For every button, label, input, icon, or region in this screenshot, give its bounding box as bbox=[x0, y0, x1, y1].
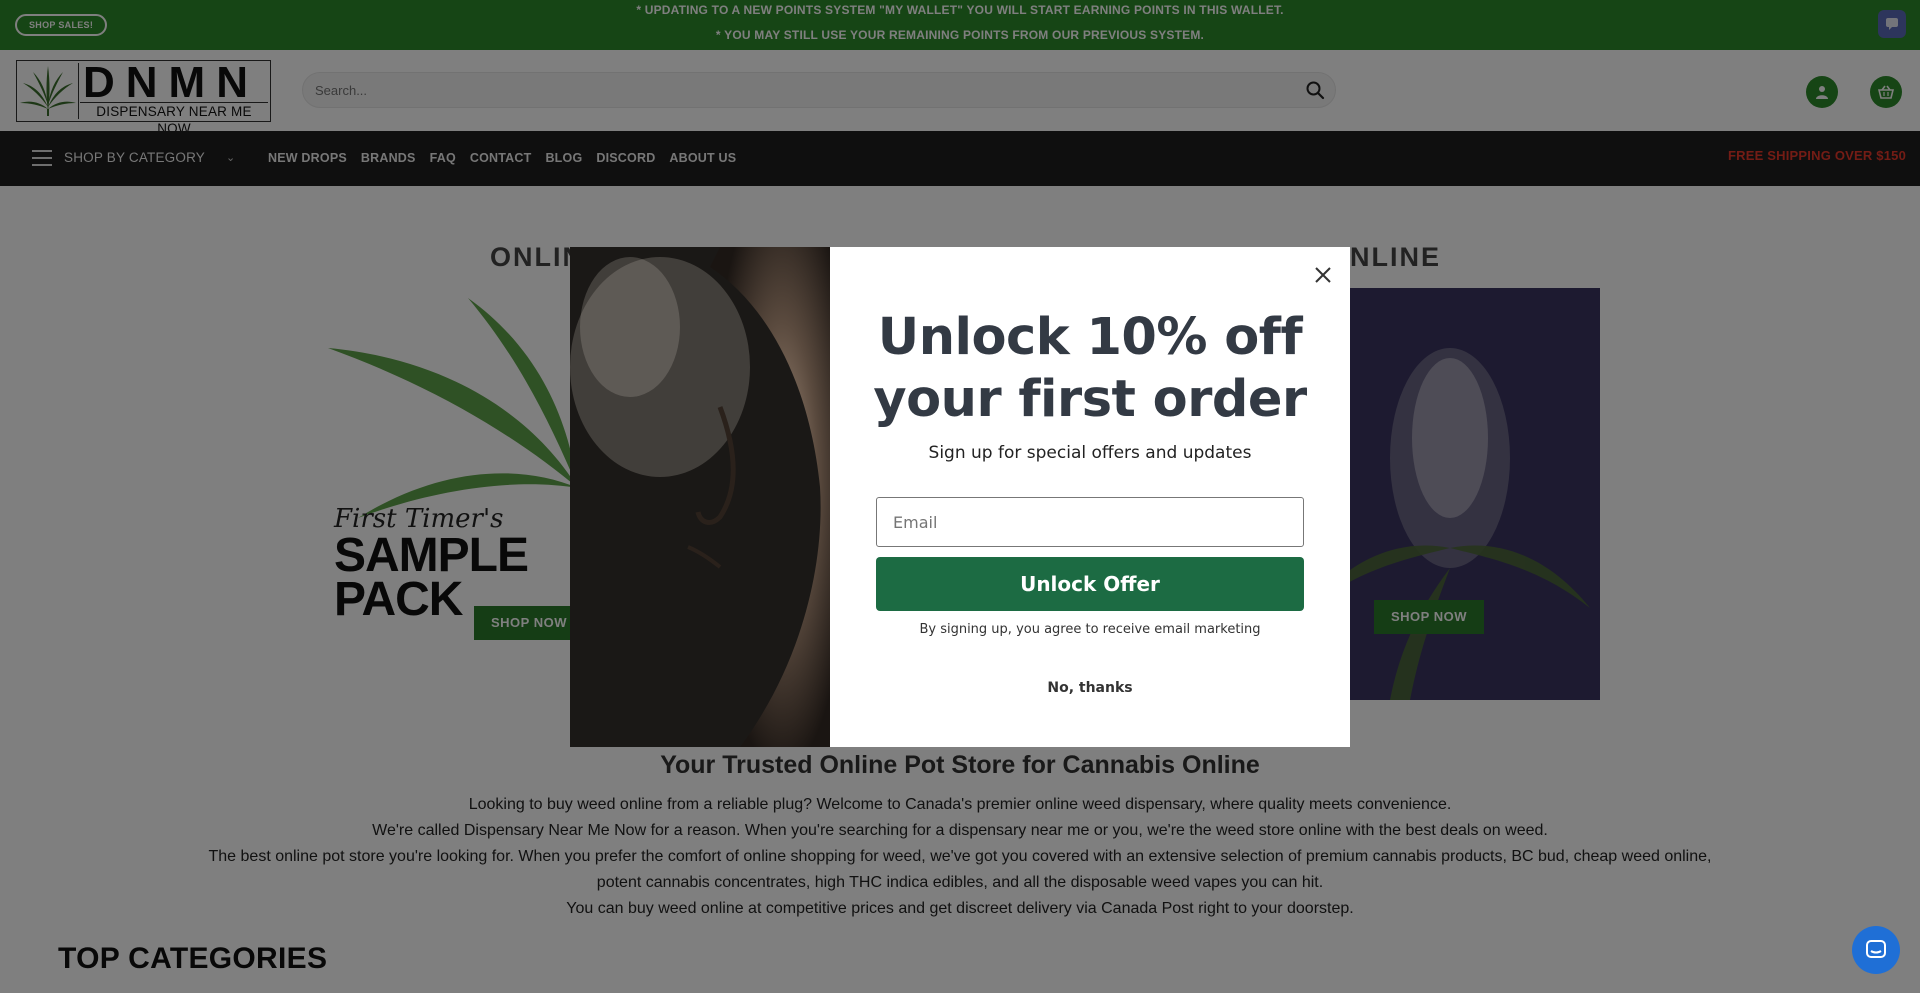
close-icon[interactable] bbox=[1308, 260, 1338, 290]
modal-headline-line-2: your first order bbox=[873, 370, 1307, 429]
modal-headline-line-1: Unlock 10% off bbox=[877, 308, 1303, 367]
signup-modal: Unlock 10% off your first order Sign up … bbox=[570, 247, 1350, 747]
smoke-photo bbox=[570, 247, 830, 747]
modal-subtitle: Sign up for special offers and updates bbox=[928, 443, 1252, 463]
no-thanks-link[interactable]: No, thanks bbox=[830, 680, 1350, 696]
modal-headline: Unlock 10% off your first order bbox=[830, 307, 1350, 431]
unlock-offer-button[interactable]: Unlock Offer bbox=[876, 557, 1304, 611]
chat-widget-icon[interactable] bbox=[1852, 926, 1900, 974]
consent-text: By signing up, you agree to receive emai… bbox=[919, 622, 1261, 637]
email-field[interactable] bbox=[876, 497, 1304, 547]
